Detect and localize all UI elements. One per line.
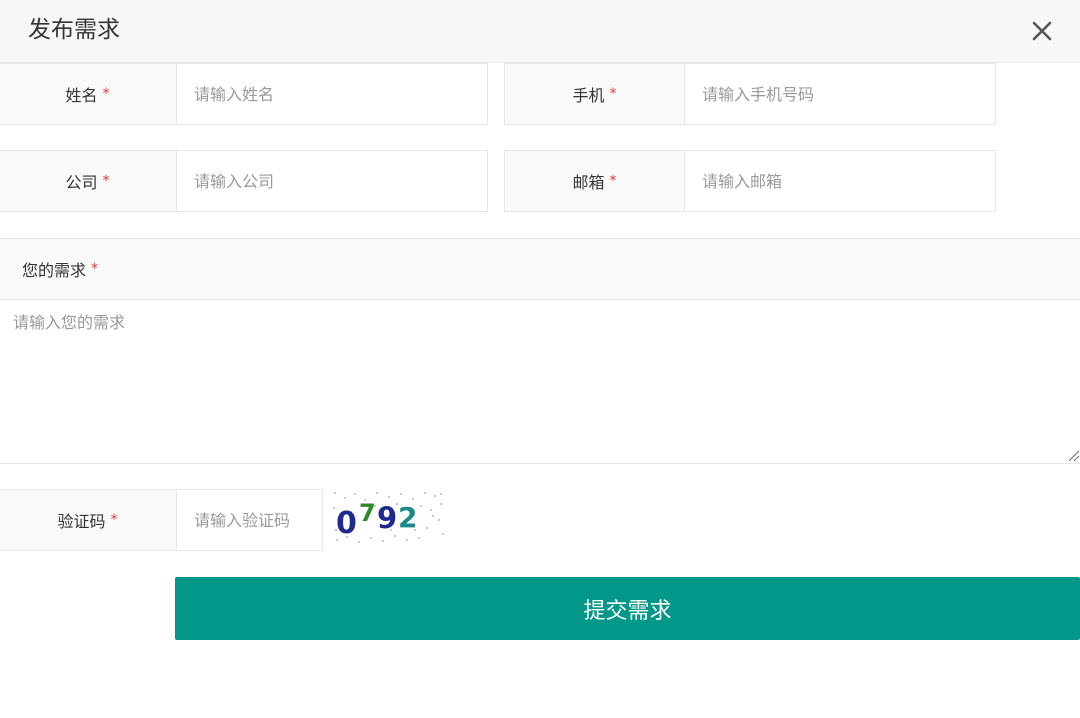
svg-text:9: 9 (377, 501, 397, 535)
name-label: 姓名 * (0, 64, 177, 124)
need-textarea[interactable] (0, 299, 1080, 463)
email-label: 邮箱 * (505, 151, 685, 211)
required-mark: * (102, 86, 110, 102)
email-input[interactable] (685, 151, 995, 211)
need-label-text: 您的需求 (22, 261, 87, 280)
required-mark: * (102, 173, 110, 189)
submit-button[interactable]: 提交需求 (175, 577, 1080, 640)
resize-handle-icon[interactable] (1066, 448, 1080, 462)
email-field: 邮箱 * (504, 150, 996, 212)
captcha-label-text: 验证码 (57, 512, 106, 531)
required-mark: * (110, 512, 118, 528)
company-label: 公司 * (0, 151, 177, 211)
email-label-text: 邮箱 (572, 173, 605, 192)
dialog-title: 发布需求 (28, 17, 120, 43)
required-mark: * (91, 261, 99, 277)
captcha-field: 验证码 * (0, 489, 323, 551)
name-label-text: 姓名 (65, 86, 98, 105)
phone-field: 手机 * (504, 63, 996, 125)
required-mark: * (609, 86, 617, 102)
captcha-image[interactable]: 0 7 9 2 (330, 489, 448, 545)
phone-label-text: 手机 (572, 86, 605, 105)
company-input[interactable] (177, 151, 487, 211)
dialog-header: 发布需求 (0, 0, 1080, 63)
company-field: 公司 * (0, 150, 488, 212)
company-label-text: 公司 (65, 173, 98, 192)
need-label: 您的需求 * (0, 238, 1080, 300)
captcha-input[interactable] (177, 490, 322, 550)
required-mark: * (609, 173, 617, 189)
svg-text:7: 7 (359, 499, 376, 527)
close-icon[interactable] (1026, 15, 1058, 47)
name-input[interactable] (177, 64, 487, 124)
svg-text:0: 0 (336, 506, 357, 541)
publish-request-dialog: 发布需求 姓名 * 手机 * 公司 * 邮箱 * (0, 0, 1080, 718)
phone-input[interactable] (685, 64, 995, 124)
phone-label: 手机 * (505, 64, 685, 124)
svg-text:2: 2 (398, 501, 417, 534)
name-field: 姓名 * (0, 63, 488, 125)
captcha-label: 验证码 * (0, 490, 177, 550)
need-textarea-wrapper (0, 299, 1080, 464)
